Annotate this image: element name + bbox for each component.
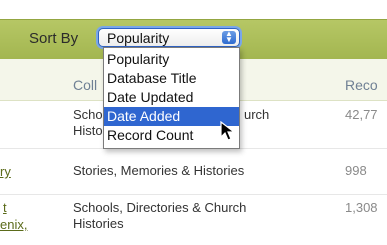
row-title-link-line2[interactable]: enix, (0, 217, 27, 233)
arrow-cursor-icon (220, 121, 236, 141)
sort-option-date-added[interactable]: Date Added (104, 107, 239, 126)
row-record-count: 42,77 (345, 107, 378, 122)
row-category-line1: Schools, Directories & Church (73, 200, 247, 215)
column-header-records[interactable]: Reco (345, 77, 378, 93)
row-category-line2: Histories (73, 216, 124, 231)
sort-option-database-title[interactable]: Database Title (104, 69, 239, 88)
sort-option-date-updated[interactable]: Date Updated (104, 88, 239, 107)
page: Sort By Coll Reco Scho urch Histo 42,77 … (0, 0, 387, 245)
row-category-line2: Histo (73, 123, 103, 138)
sort-label: Sort By (29, 30, 79, 47)
row-record-count: 1,308 (345, 200, 378, 215)
row-category-line1-right: urch (244, 107, 270, 122)
row-category: Stories, Memories & Histories (73, 163, 245, 178)
sort-select-value: Popularity (107, 30, 170, 46)
row-record-count: 998 (345, 163, 367, 178)
row-title-link[interactable]: ry (0, 164, 11, 180)
column-header-collection[interactable]: Coll (73, 77, 97, 93)
sort-option-popularity[interactable]: Popularity (104, 50, 239, 69)
row-title-link-line1[interactable]: t (3, 200, 7, 216)
table-row: t enix, Schools, Directories & Church Hi… (0, 195, 387, 245)
sort-select[interactable]: Popularity ▲ ▼ (98, 28, 240, 47)
row-category-line1: Scho (73, 107, 103, 122)
up-down-chevron-icon: ▲ ▼ (222, 30, 236, 44)
sort-option-record-count[interactable]: Record Count (104, 126, 239, 145)
table-row: ry Stories, Memories & Histories 998 (0, 149, 387, 195)
